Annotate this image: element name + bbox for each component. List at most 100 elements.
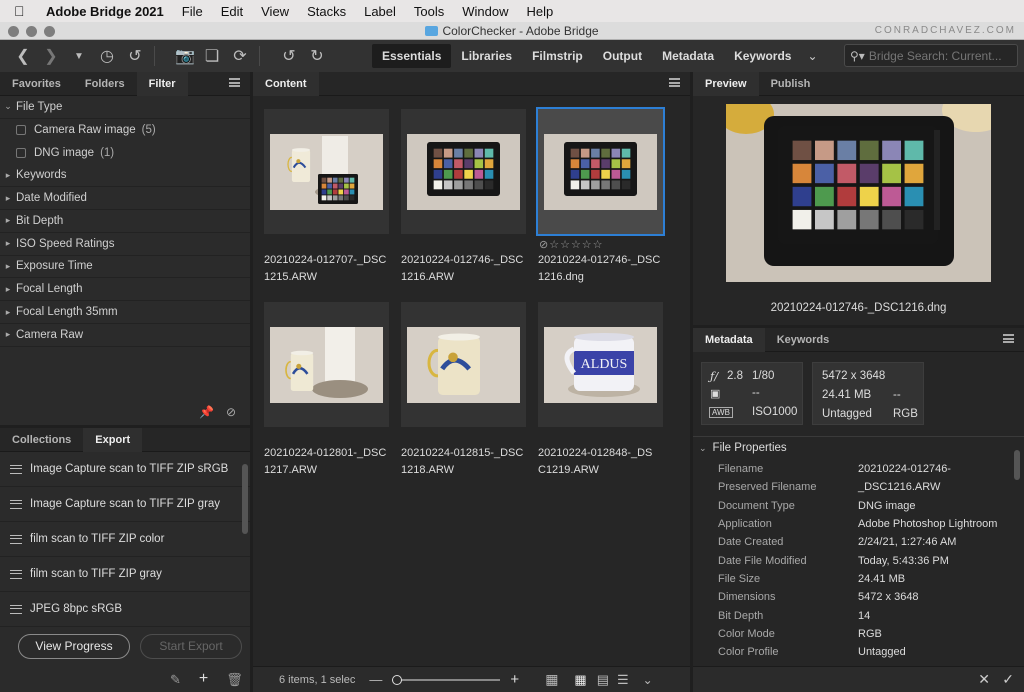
cancel-icon[interactable]: ✕ (978, 671, 990, 688)
search-input[interactable] (868, 48, 1009, 63)
metadata-value[interactable]: 20210224-012746- (858, 463, 951, 475)
panel-menu-icon[interactable] (669, 78, 680, 87)
filter-focal-length[interactable]: ▸ Focal Length (0, 278, 250, 302)
filter-file-type[interactable]: ⌄ File Type (0, 96, 250, 119)
menu-view[interactable]: View (261, 4, 289, 19)
view-thumbnails-icon[interactable]: ▦ (574, 672, 586, 688)
open-in-camera-raw-icon[interactable]: ⟳ (231, 46, 249, 66)
thumbnail[interactable] (536, 107, 665, 236)
export-preset[interactable]: Image Capture scan to TIFF ZIP gray (0, 487, 250, 522)
thumbnail-filename[interactable]: 20210224-012815-_DSC 1218.ARW (401, 445, 531, 479)
filter-option-camera-raw[interactable]: Camera Raw image (5) (0, 119, 250, 142)
metadata-value[interactable]: 24.41 MB (858, 573, 905, 585)
star-rating[interactable]: ⊘☆☆☆☆☆ (539, 238, 604, 251)
get-photos-camera-icon[interactable]: 📷 (175, 46, 195, 66)
metadata-value[interactable]: Untagged (858, 646, 906, 658)
menu-label[interactable]: Label (364, 4, 396, 19)
workspace-metadata[interactable]: Metadata (652, 44, 724, 68)
search-icon[interactable]: ⚲▾ (850, 49, 865, 63)
tab-keywords[interactable]: Keywords (765, 328, 842, 352)
metadata-value[interactable]: 2/24/21, 1:27:46 AM (858, 536, 956, 548)
recent-files-icon[interactable]: ◷ (98, 46, 116, 66)
clear-filter-icon[interactable]: ⊘ (226, 405, 236, 419)
view-list-icon[interactable]: ☰ (617, 672, 629, 688)
trash-icon[interactable]: 🗑 (226, 672, 243, 688)
tab-publish[interactable]: Publish (759, 72, 823, 96)
view-progress-button[interactable]: View Progress (18, 634, 130, 659)
pin-icon[interactable]: 📌 (199, 405, 214, 419)
workspace-essentials[interactable]: Essentials (372, 44, 452, 68)
edit-icon[interactable]: ✎ (170, 672, 181, 688)
tab-export[interactable]: Export (83, 427, 143, 452)
export-preset[interactable]: Image Capture scan to TIFF ZIP sRGB (0, 452, 250, 487)
return-to-photoshop-icon[interactable]: ↺ (126, 46, 144, 66)
add-icon[interactable]: + (199, 671, 208, 688)
history-dropdown-icon[interactable]: ▼ (70, 51, 88, 62)
thumbnail[interactable] (264, 302, 389, 427)
zoom-out-icon[interactable]: — (369, 672, 382, 687)
thumbnail-filename[interactable]: 20210224-012746-_DSC 1216.dng (538, 252, 668, 286)
menu-help[interactable]: Help (527, 4, 554, 19)
tab-filter[interactable]: Filter (136, 71, 188, 96)
thumbnail-size-slider[interactable] (392, 674, 501, 685)
metadata-value[interactable]: RGB (858, 628, 882, 640)
grid-lock-icon[interactable]: ▦ (545, 671, 558, 688)
filter-keywords[interactable]: ▸ Keywords (0, 164, 250, 188)
metadata-value[interactable]: _DSC1216.ARW (858, 481, 940, 493)
menu-file[interactable]: File (182, 4, 203, 19)
start-export-button[interactable]: Start Export (140, 634, 242, 659)
tab-collections[interactable]: Collections (0, 428, 83, 452)
metadata-value[interactable]: Adobe Photoshop Lightroom (858, 518, 997, 530)
zoom-in-icon[interactable]: + (510, 671, 519, 688)
workspace-output[interactable]: Output (593, 44, 652, 68)
thumbnail[interactable] (401, 302, 526, 427)
apply-check-icon[interactable]: ✓ (1002, 671, 1014, 688)
thumbnail-filename[interactable]: 20210224-012801-_DSC 1217.ARW (264, 445, 394, 479)
panel-menu-icon[interactable] (229, 78, 240, 87)
tab-folders[interactable]: Folders (73, 72, 137, 96)
metadata-value[interactable]: DNG image (858, 500, 915, 512)
menu-stacks[interactable]: Stacks (307, 4, 346, 19)
workspace-more-chevron-icon[interactable]: ⌄ (807, 49, 817, 63)
metadata-value[interactable]: Today, 5:43:36 PM (858, 555, 949, 567)
thumbnail-filename[interactable]: 20210224-012848-_DS C1219.ARW (538, 445, 668, 479)
tab-favorites[interactable]: Favorites (0, 72, 73, 96)
menu-edit[interactable]: Edit (221, 4, 243, 19)
filter-focal-length-35[interactable]: ▸ Focal Length 35mm (0, 301, 250, 324)
checkbox[interactable] (16, 125, 26, 136)
filter-camera-raw[interactable]: ▸ Camera Raw (0, 324, 250, 347)
refine-icon[interactable]: ❏ (203, 46, 221, 66)
export-preset[interactable]: film scan to TIFF ZIP gray (0, 557, 250, 592)
metadata-value[interactable]: 14 (858, 610, 870, 622)
metadata-scrollbar[interactable] (1014, 450, 1020, 480)
workspace-filmstrip[interactable]: Filmstrip (522, 44, 593, 68)
checkbox[interactable] (16, 147, 26, 158)
file-properties-header[interactable]: ⌄ File Properties (699, 442, 787, 454)
app-menu[interactable]: Adobe Bridge 2021 (46, 4, 164, 19)
filter-option-dng[interactable]: DNG image (1) (0, 142, 250, 165)
view-details-icon[interactable]: ▤ (597, 672, 609, 688)
filter-bit-depth[interactable]: ▸ Bit Depth (0, 210, 250, 233)
workspace-libraries[interactable]: Libraries (451, 44, 522, 68)
export-scrollbar[interactable] (242, 464, 248, 534)
apple-menu-icon[interactable]:  (14, 3, 32, 19)
tab-preview[interactable]: Preview (693, 71, 759, 96)
export-preset[interactable]: film scan to TIFF ZIP color (0, 522, 250, 557)
back-icon[interactable]: ❮ (14, 46, 32, 66)
thumbnail[interactable]: ALDUS (538, 302, 663, 427)
tab-content[interactable]: Content (253, 71, 319, 96)
view-options-chevron-icon[interactable]: ⌄ (643, 673, 653, 687)
panel-menu-icon[interactable] (1003, 334, 1014, 343)
menu-window[interactable]: Window (462, 4, 508, 19)
forward-icon[interactable]: ❯ (42, 46, 60, 66)
metadata-value[interactable]: 5472 x 3648 (858, 591, 919, 603)
thumbnail-filename[interactable]: 20210224-012746-_DSC 1216.ARW (401, 252, 531, 286)
preview-image[interactable] (718, 88, 1010, 282)
thumbnail-filename[interactable]: 20210224-012707-_DSC 1215.ARW (264, 252, 394, 286)
workspace-keywords[interactable]: Keywords (724, 44, 801, 68)
filter-iso[interactable]: ▸ ISO Speed Ratings (0, 233, 250, 256)
thumbnail[interactable] (264, 109, 389, 234)
slider-knob[interactable] (392, 674, 403, 685)
filter-exposure-time[interactable]: ▸ Exposure Time (0, 256, 250, 279)
filter-date-modified[interactable]: ▸ Date Modified (0, 187, 250, 210)
